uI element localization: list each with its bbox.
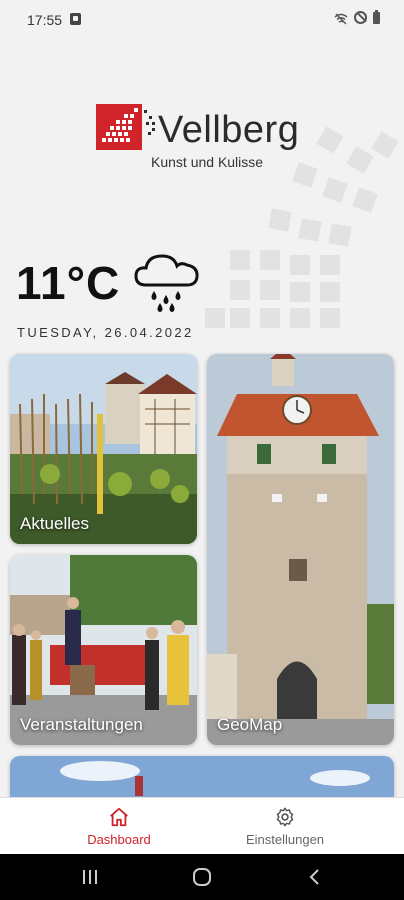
recent-apps-icon[interactable]	[80, 868, 100, 886]
home-icon	[110, 807, 128, 827]
logo-tagline: Kunst und Kulisse	[151, 154, 264, 170]
gear-icon	[276, 807, 294, 827]
notification-icon	[70, 13, 81, 25]
rain-cloud-icon	[134, 254, 199, 313]
app-logo: Vellberg Kunst und Kulisse	[96, 102, 316, 172]
weather-widget: 11°C	[16, 254, 216, 315]
logo-mark-icon	[96, 104, 142, 150]
bottom-navigation: Dashboard Einstellungen	[0, 797, 404, 855]
status-time: 17:55	[27, 12, 63, 28]
home-button-icon[interactable]	[192, 868, 212, 886]
nav-einstellungen[interactable]: Einstellungen	[225, 806, 345, 847]
status-bar: 17:55	[0, 0, 404, 40]
tile-aktuelles-label: Aktuelles	[20, 514, 89, 533]
system-navigation-bar	[0, 854, 404, 900]
tile-geomap[interactable]: GeoMap	[207, 354, 394, 745]
tile-veranstaltungen-label: Veranstaltungen	[20, 715, 143, 734]
tile-veranstaltungen[interactable]: Veranstaltungen	[10, 555, 197, 745]
logo-brand: Vellberg	[158, 109, 300, 151]
temperature: 11°C	[16, 257, 121, 309]
logo-dots-icon	[144, 110, 155, 135]
geomap-image	[207, 354, 394, 745]
nav-dashboard-label: Dashboard	[87, 832, 151, 847]
back-icon[interactable]	[307, 868, 323, 886]
tile-aktuelles[interactable]: Aktuelles	[10, 354, 197, 544]
weather-date: TUESDAY, 26.04.2022	[17, 325, 194, 340]
status-icons	[334, 9, 380, 24]
do-not-disturb-icon	[354, 11, 367, 24]
nav-dashboard[interactable]: Dashboard	[59, 806, 179, 847]
tile-geomap-label: GeoMap	[217, 715, 283, 734]
battery-icon	[373, 9, 380, 24]
nav-einstellungen-label: Einstellungen	[245, 832, 325, 847]
wifi-off-icon	[334, 12, 348, 24]
